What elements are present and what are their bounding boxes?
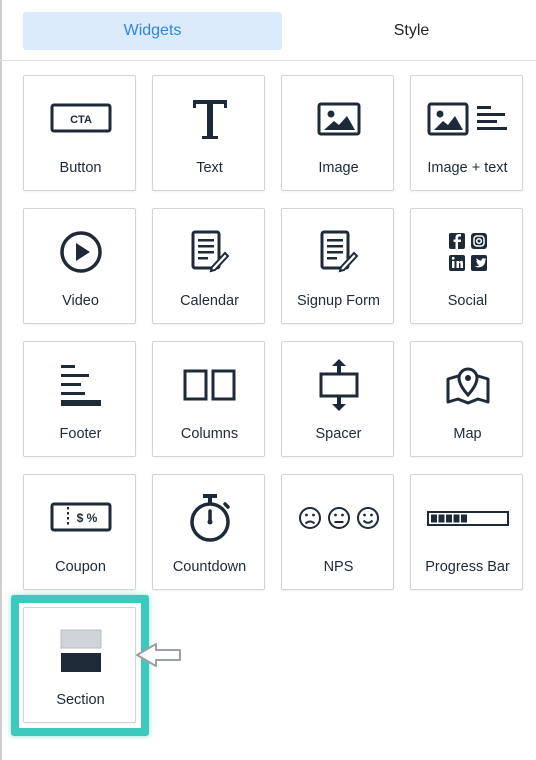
pointer-arrow-icon <box>134 640 186 670</box>
widget-label: Image <box>318 160 359 176</box>
widget-progress-bar[interactable]: Progress Bar <box>410 474 523 590</box>
cta-button-icon: CTA <box>24 94 137 144</box>
social-icons-grid <box>411 227 524 277</box>
sad-face-icon <box>298 507 321 529</box>
tab-divider <box>0 60 536 61</box>
widget-label: Countdown <box>172 559 247 575</box>
calendar-document-icon <box>153 227 266 277</box>
image-icon <box>282 94 395 144</box>
twitter-icon <box>470 255 487 271</box>
widget-label: Map <box>453 426 482 442</box>
widget-label: Social <box>447 293 488 309</box>
play-icon <box>24 227 137 277</box>
text-t-icon <box>153 94 266 144</box>
widget-image[interactable]: Image <box>281 75 394 191</box>
widget-label: Columns <box>180 426 239 442</box>
widget-nps[interactable]: NPS <box>281 474 394 590</box>
tab-widgets[interactable]: Widgets <box>23 12 282 50</box>
widget-map[interactable]: Map <box>410 341 523 457</box>
widget-label: Video <box>62 293 99 309</box>
widget-label: Section <box>56 692 105 708</box>
widget-label: Calendar <box>180 293 239 309</box>
svg-text:CTA: CTA <box>70 114 92 126</box>
widget-social[interactable]: Social <box>410 208 523 324</box>
linkedin-icon <box>448 255 465 271</box>
progress-block <box>430 514 437 523</box>
progress-block <box>438 514 444 523</box>
nps-faces-icon <box>282 493 395 543</box>
widget-signup-form[interactable]: Signup Form <box>281 208 394 324</box>
neutral-face-icon <box>327 507 350 529</box>
widget-button[interactable]: CTA Button <box>23 75 136 191</box>
image-text-icon <box>411 94 524 144</box>
widget-section[interactable]: Section <box>23 607 136 723</box>
widget-label: Coupon <box>55 559 106 575</box>
widget-label: Progress Bar <box>425 559 510 575</box>
stopwatch-icon <box>153 493 266 543</box>
widget-label: Signup Form <box>296 293 380 309</box>
progress-block <box>460 514 467 523</box>
widget-footer[interactable]: Footer <box>23 341 136 457</box>
facebook-icon <box>448 233 465 249</box>
widget-countdown[interactable]: Countdown <box>152 474 265 590</box>
panel-edge <box>0 0 2 760</box>
instagram-icon <box>470 233 487 249</box>
progress-fill <box>430 514 467 523</box>
widget-text[interactable]: Text <box>152 75 265 191</box>
widget-video[interactable]: Video <box>23 208 136 324</box>
signup-form-icon <box>282 227 395 277</box>
widget-calendar[interactable]: Calendar <box>152 208 265 324</box>
widget-columns[interactable]: Columns <box>152 341 265 457</box>
section-icon <box>24 626 137 676</box>
widget-label: Image + text <box>427 160 508 176</box>
footer-lines-icon <box>24 360 137 410</box>
progress-block <box>453 514 459 523</box>
map-icon <box>411 360 524 410</box>
widget-label: Button <box>59 160 102 176</box>
columns-icon <box>153 360 266 410</box>
widget-label: Spacer <box>315 426 362 442</box>
widget-label: Footer <box>59 426 102 442</box>
widget-spacer[interactable]: Spacer <box>281 341 394 457</box>
widget-label: NPS <box>323 559 354 575</box>
svg-text:$ %: $ % <box>76 511 97 525</box>
tab-bar: Widgets Style <box>0 0 536 60</box>
progress-bar-icon <box>411 493 524 543</box>
happy-face-icon <box>356 507 379 529</box>
coupon-icon: $ % <box>24 493 137 543</box>
widget-coupon[interactable]: $ % Coupon <box>23 474 136 590</box>
widget-image-text[interactable]: Image + text <box>410 75 523 191</box>
spacer-icon <box>282 359 395 411</box>
progress-block <box>445 514 452 523</box>
tab-style[interactable]: Style <box>282 12 536 50</box>
widget-label: Text <box>196 160 223 176</box>
